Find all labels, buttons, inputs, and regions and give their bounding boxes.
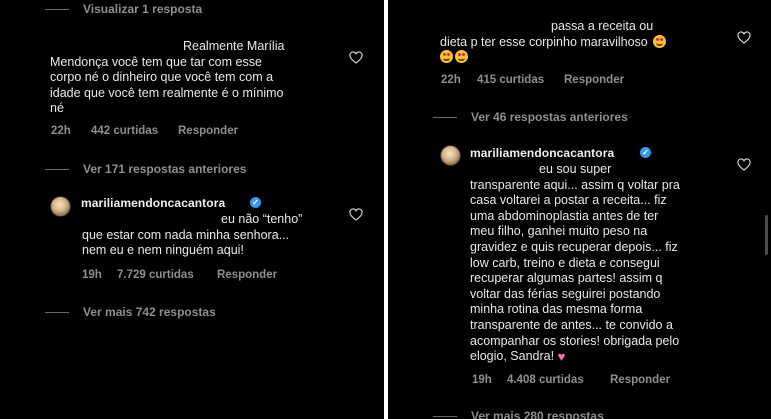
username[interactable]: mariliamendoncacantora (81, 196, 225, 210)
view-previous-label: Ver 171 respostas anteriores (83, 162, 247, 176)
view-more-label: Ver mais 280 respostas (471, 409, 604, 419)
reply-line: recuperar algumas partes! assim q (470, 271, 663, 286)
sparkling-heart-emoji-icon: ♥ (557, 349, 566, 365)
comment-meta: 22h 415 curtidas Responder (441, 74, 624, 86)
comment-line: passa a receita ou (551, 19, 654, 33)
scrollbar[interactable] (765, 215, 768, 255)
username[interactable]: mariliamendoncacantora (470, 146, 614, 160)
like-count[interactable]: 442 curtidas (91, 125, 178, 137)
heart-icon[interactable] (349, 208, 363, 221)
reply-line: uma abdominoplastia antes de ter (470, 208, 659, 223)
view-previous-label: Ver 46 respostas anteriores (471, 110, 628, 124)
reply-button[interactable]: Responder (610, 374, 670, 386)
reply-button[interactable]: Responder (564, 74, 624, 86)
view-more-replies-link[interactable]: Ver mais 280 respostas (433, 409, 604, 419)
comment-text: passa a receita ou dieta p ter esse corp… (440, 19, 667, 66)
reply-button[interactable]: Responder (178, 125, 238, 137)
reply-time: 19h (472, 374, 492, 386)
comment-line: né (50, 101, 64, 116)
reply-line: nem eu e nem ninguém aqui! (82, 243, 244, 258)
reply-line: transparente aqui... assim q voltar pra (470, 177, 680, 192)
thread-line (45, 312, 69, 314)
comment-line: dieta p ter esse corpinho maravilhoso (440, 34, 667, 51)
view-more-label: Ver mais 742 respostas (83, 305, 216, 319)
view-previous-replies-link[interactable]: Ver 46 respostas anteriores (433, 110, 628, 124)
thread-line (433, 117, 457, 119)
reply-text: eu não “tenho” que estar com nada minha … (82, 212, 302, 259)
reply-meta: 19h 7.729 curtidas Responder (82, 269, 277, 281)
reply-line: voltar das férias seguirei postando (470, 286, 661, 301)
reply-meta: 19h 4.408 curtidas Responder (472, 374, 670, 386)
comment-line: idade que você tem realmente é o mínimo (50, 85, 284, 100)
reply-line: eu não “tenho” (221, 212, 303, 226)
reply-line: acompanhar os stories! obrigada pelo (470, 333, 680, 348)
like-count[interactable]: 415 curtidas (477, 74, 564, 86)
thread-line (433, 416, 457, 418)
view-replies-label: Visualizar 1 resposta (83, 2, 203, 16)
comment-time: 22h (441, 74, 461, 86)
reply-line: elogio, Sandra! ♥ (470, 349, 680, 365)
thread-line (45, 169, 69, 171)
thread-line (45, 9, 69, 11)
heart-eyes-emoji-icon (653, 34, 667, 48)
view-previous-replies-link[interactable]: Ver 171 respostas anteriores (45, 162, 246, 176)
comment-line: corpo né o dinheiro que você tem com a (50, 70, 274, 85)
heart-icon[interactable] (737, 31, 751, 44)
heart-eyes-emoji-icon (455, 50, 468, 64)
comment-line: Mendonça você tem que tar com esse (50, 54, 262, 69)
left-screenshot-panel: Visualizar 1 resposta Realmente Marília … (0, 0, 384, 419)
right-screenshot-panel: passa a receita ou dieta p ter esse corp… (388, 0, 771, 419)
like-count[interactable]: 4.408 curtidas (507, 374, 610, 386)
heart-icon[interactable] (737, 158, 751, 171)
comment-line (440, 50, 666, 66)
comment-text: Realmente Marília Mendonça você tem que … (50, 39, 284, 117)
comment-time: 22h (51, 125, 71, 137)
reply-line: minha rotina das mesma forma (470, 302, 643, 317)
avatar[interactable] (50, 196, 71, 217)
comment-line-text: dieta p ter esse corpinho maravilhoso (440, 34, 648, 49)
reply-text: eu sou super transparente aqui... assim … (470, 162, 680, 365)
verified-badge-icon: ✓ (640, 147, 651, 158)
view-replies-link[interactable]: Visualizar 1 resposta (45, 2, 202, 16)
reply-line: que estar com nada minha senhora... (82, 227, 290, 242)
view-more-replies-link[interactable]: Ver mais 742 respostas (45, 305, 216, 319)
reply-line: casa voltarei a postar a receita... fiz (470, 193, 667, 208)
reply-button[interactable]: Responder (217, 269, 277, 281)
reply-line: eu sou super (539, 162, 612, 176)
heart-icon[interactable] (349, 51, 363, 64)
reply-line: low carb, treino e dieta e consegui (470, 255, 660, 270)
reply-line: meu filho, ganhei muito peso na (470, 224, 648, 239)
reply-line: gravidez e quis recuperar depois... fiz (470, 239, 678, 254)
like-count[interactable]: 7.729 curtidas (117, 269, 217, 281)
comment-meta: 22h 442 curtidas Responder (51, 125, 238, 137)
reply-line: transparente de antes... te convido a (470, 317, 673, 332)
avatar[interactable] (440, 145, 461, 166)
heart-eyes-emoji-icon (440, 50, 453, 64)
comment-line: Realmente Marília (183, 39, 285, 53)
reply-line-text: elogio, Sandra! (470, 349, 555, 364)
reply-time: 19h (82, 269, 102, 281)
verified-badge-icon: ✓ (250, 197, 261, 208)
